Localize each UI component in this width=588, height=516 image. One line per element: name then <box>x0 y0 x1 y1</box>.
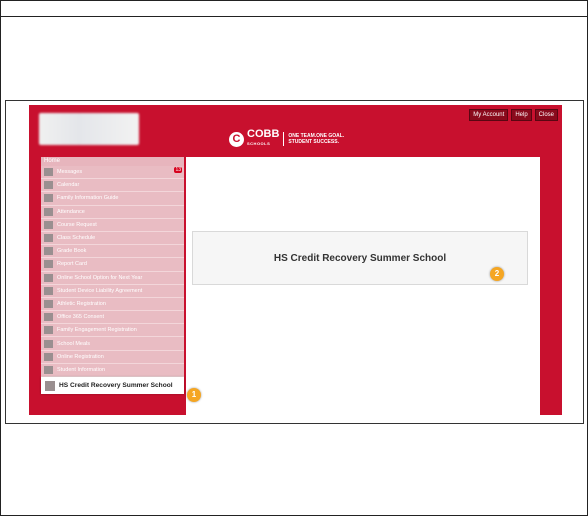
sidebar-item-label: Online School Option for Next Year <box>57 274 143 281</box>
sidebar-item-label: HS Credit Recovery Summer School <box>59 382 173 389</box>
sidebar-item-label: Messages <box>57 169 83 176</box>
calendar-icon <box>44 220 53 229</box>
sidebar-item-label: Family Engagement Registration <box>57 327 137 334</box>
avatar <box>39 113 139 145</box>
sidebar-item[interactable]: Report Card <box>41 258 184 272</box>
sidebar-item[interactable]: School Meals <box>41 337 184 351</box>
content-card[interactable]: HS Credit Recovery Summer School <box>192 231 528 285</box>
sidebar-item[interactable]: Course Request <box>41 218 184 232</box>
sidebar-item[interactable]: Online Registration <box>41 350 184 364</box>
sidebar-item[interactable]: Attendance <box>41 205 184 219</box>
calendar-icon <box>44 181 53 190</box>
callout-badge-2: 2 <box>490 267 504 281</box>
sidebar-item[interactable]: Grade Book <box>41 245 184 259</box>
close-button[interactable]: Close <box>534 109 558 121</box>
people-icon <box>44 299 53 308</box>
logo-divider <box>283 132 285 146</box>
sidebar-item-label: School Meals <box>57 340 91 347</box>
gradebook-icon <box>44 247 53 256</box>
sidebar-item-label: Family Information Guide <box>57 195 119 202</box>
sidebar-item-label: Class Schedule <box>57 235 96 242</box>
sidebar-item[interactable]: Family Engagement Registration <box>41 324 184 338</box>
sidebar-item-label: Online Registration <box>57 353 104 360</box>
sidebar-item[interactable]: Family Information Guide <box>41 192 184 206</box>
sidebar-item[interactable]: Student Device Liability Agreement <box>41 284 184 298</box>
callout-badge-1: 1 <box>187 388 201 402</box>
logo-subname: SCHOOLS <box>247 141 271 146</box>
sidebar-item[interactable]: Office 365 Consent <box>41 311 184 325</box>
sidebar-item-label: Student Device Liability Agreement <box>57 287 143 294</box>
my-account-button[interactable]: My Account <box>469 109 509 121</box>
message-count-badge: 13 <box>174 167 182 173</box>
people-icon <box>44 273 53 282</box>
people-icon <box>44 326 53 335</box>
sidebar-item-label: Grade Book <box>57 248 87 255</box>
sidebar-item[interactable]: Messages 13 <box>41 166 184 180</box>
envelope-icon <box>44 168 53 177</box>
logo-tagline-2: STUDENT SUCCESS. <box>288 139 339 145</box>
schedule-icon <box>44 234 53 243</box>
sidebar-item-hs-credit-recovery[interactable]: HS Credit Recovery Summer School <box>41 377 184 394</box>
sidebar-item-label: Calendar <box>57 182 80 189</box>
sidebar-item-label: Course Request <box>57 221 97 228</box>
sidebar-home-link[interactable]: Home <box>41 157 184 166</box>
sidebar-item-label: Report Card <box>57 261 87 268</box>
logo-icon: C <box>229 131 244 147</box>
topbar: My Account Help Close <box>469 109 558 121</box>
screenshot-frame: My Account Help Close C COBB SCHOOLS ONE… <box>5 100 584 424</box>
sidebar-item[interactable]: Athletic Registration <box>41 297 184 312</box>
help-button[interactable]: Help <box>511 109 532 121</box>
divider <box>0 16 588 17</box>
sidebar-item[interactable]: Online School Option for Next Year <box>41 271 184 285</box>
people-icon <box>44 313 53 322</box>
sidebar-item-label: Athletic Registration <box>57 300 106 307</box>
people-icon <box>44 286 53 295</box>
sidebar-item-label: Attendance <box>57 208 85 215</box>
sidebar-item[interactable]: Student Information <box>41 363 184 377</box>
people-icon <box>44 365 53 374</box>
main-content: HS Credit Recovery Summer School <box>186 157 540 415</box>
sidebar-item-label: Office 365 Consent <box>57 314 104 321</box>
people-icon <box>45 380 55 391</box>
sidebar: Home Messages 13 Calendar Family Informatio… <box>41 157 184 394</box>
report-card-icon <box>44 260 53 269</box>
card-title: HS Credit Recovery Summer School <box>273 252 447 264</box>
people-icon <box>44 339 53 348</box>
sidebar-item-label: Student Information <box>57 366 106 373</box>
people-icon <box>44 194 53 203</box>
app-window: My Account Help Close C COBB SCHOOLS ONE… <box>29 105 562 415</box>
logo: C COBB SCHOOLS ONE TEAM.ONE GOAL. STUDEN… <box>229 129 344 149</box>
sidebar-item[interactable]: Calendar <box>41 179 184 193</box>
sidebar-item[interactable]: Class Schedule <box>41 231 184 246</box>
checklist-icon <box>44 207 53 216</box>
people-icon <box>44 352 53 361</box>
